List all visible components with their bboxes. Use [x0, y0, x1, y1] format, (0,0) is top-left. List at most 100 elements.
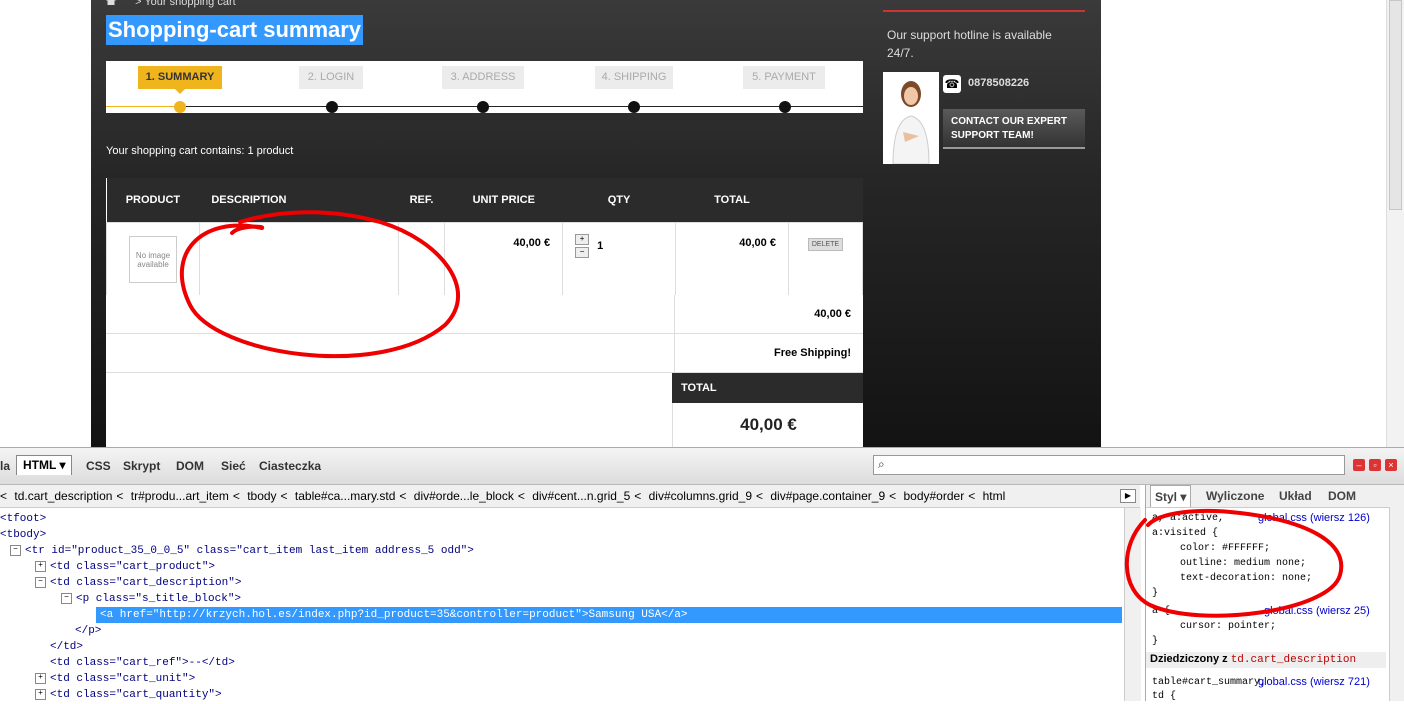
expand-icon[interactable]: + — [35, 672, 46, 684]
css-selector-a2: a { — [1152, 606, 1171, 617]
tab-computed[interactable]: Wyliczone — [1206, 485, 1264, 507]
header-unit-price: UNIT PRICE — [444, 178, 563, 223]
css-prop-cursor[interactable]: cursor: pointer; — [1180, 619, 1276, 634]
step-summary[interactable]: 1. SUMMARY — [138, 66, 222, 94]
collapse-icon[interactable]: − — [35, 576, 46, 588]
css-prop-text-decoration[interactable]: text-decoration: none; — [1180, 571, 1312, 586]
support-block: Our support hotline is available 24/7. — [883, 10, 1085, 60]
subtotal-value: 40,00 € — [674, 295, 863, 333]
step-dot-address — [477, 101, 489, 113]
tab-script[interactable]: Skrypt — [123, 459, 160, 473]
cart-header-row: PRODUCT DESCRIPTION REF. UNIT PRICE QTY … — [106, 178, 863, 223]
html-line-td-quantity[interactable]: + <td class="cart_quantity"> — [35, 687, 222, 701]
delete-button[interactable]: DELETE — [807, 238, 844, 251]
breadcrumb-current: Your shopping cart — [144, 0, 236, 8]
cart-count-text: Your shopping cart contains: 1 product — [106, 145, 294, 157]
tab-style[interactable]: Styl ▾ — [1150, 485, 1192, 507]
tab-side-dom[interactable]: DOM — [1328, 485, 1356, 507]
tab-html[interactable]: HTML ▾ — [16, 455, 73, 475]
crumb-div-page[interactable]: div#page.container_9 — [770, 489, 885, 503]
html-line-td-close[interactable]: </td> — [50, 639, 83, 655]
css-link-global-25[interactable]: global.css (wiersz 25) — [1264, 604, 1370, 619]
breadcrumb: > Your shopping cart — [106, 0, 236, 8]
product-image-placeholder[interactable]: No image available — [129, 236, 177, 283]
progress-line-done — [106, 106, 180, 107]
subtotal-row: 40,00 € — [106, 295, 863, 334]
total-value: 40,00 € — [672, 403, 864, 447]
crumb-tr[interactable]: tr#produ...art_item — [131, 489, 229, 503]
crumb-div-columns[interactable]: div#columns.grid_9 — [649, 489, 752, 503]
home-icon[interactable] — [106, 0, 116, 5]
crumb-body[interactable]: body#order — [903, 489, 964, 503]
devtools-search-input[interactable]: ⌕ — [873, 455, 1345, 475]
html-tree-scrollbar[interactable] — [1124, 508, 1141, 701]
tab-console[interactable]: la — [0, 459, 10, 473]
header-product: PRODUCT — [106, 178, 200, 223]
css-selector-visited: a:visited { — [1152, 528, 1219, 539]
cart-table: PRODUCT DESCRIPTION REF. UNIT PRICE QTY … — [106, 178, 864, 312]
website-viewport: > Your shopping cart Shopping-cart summa… — [0, 0, 1404, 447]
tab-net[interactable]: Sieć — [221, 459, 246, 473]
inherited-header: Dziedziczony z td.cart_description — [1146, 652, 1386, 668]
html-line-tbody[interactable]: <tbody> — [0, 527, 46, 543]
crumb-div-center[interactable]: div#cent...n.grid_5 — [532, 489, 630, 503]
style-side-panel: Styl ▾ Wyliczone Układ DOM a, a:active, … — [1145, 485, 1404, 702]
html-line-a-selected[interactable]: <a href="http://krzych.hol.es/index.php?… — [96, 607, 1122, 623]
crumb-div-order[interactable]: div#orde...le_block — [414, 489, 514, 503]
tab-cookies[interactable]: Ciasteczka — [259, 459, 321, 473]
css-link-global-721[interactable]: global.css (wiersz 721) — [1258, 675, 1370, 690]
step-shipping: 4. SHIPPING — [595, 66, 673, 89]
expand-icon[interactable]: + — [35, 560, 46, 572]
crumb-td[interactable]: td.cart_description — [14, 489, 112, 503]
qty-increase-button[interactable]: + — [575, 234, 590, 245]
header-total: TOTAL — [675, 178, 789, 223]
close-icon[interactable]: × — [1385, 459, 1397, 471]
expand-icon[interactable]: + — [35, 688, 46, 700]
css-rules: a, a:active, global.css (wiersz 126) a:v… — [1146, 507, 1386, 702]
css-scrollbar[interactable] — [1389, 507, 1404, 701]
crumb-table[interactable]: table#ca...mary.std — [295, 489, 396, 503]
page-scrollbar[interactable] — [1386, 0, 1404, 447]
total-row: TOTAL 40,00 € — [106, 373, 863, 447]
html-line-td-description[interactable]: − <td class="cart_description"> — [35, 575, 241, 591]
checkout-steps: 1. SUMMARY 2. LOGIN 3. ADDRESS 4. SHIPPI… — [106, 61, 863, 113]
html-line-td-ref[interactable]: <td class="cart_ref">--</td> — [50, 655, 235, 671]
html-line-tr[interactable]: − <tr id="product_35_0_0_5" class="cart_i… — [10, 543, 474, 559]
qty-value: 1 — [597, 240, 604, 252]
crumb-tbody[interactable]: tbody — [247, 489, 276, 503]
minimize-icon[interactable]: – — [1353, 459, 1365, 471]
search-icon: ⌕ — [878, 457, 885, 471]
header-ref: REF. — [398, 178, 445, 223]
html-line-p-close[interactable]: </p> — [75, 623, 101, 639]
html-line-td-unit[interactable]: + <td class="cart_unit"> — [35, 671, 195, 687]
contact-expert-button[interactable]: CONTACT OUR EXPERT SUPPORT TEAM! — [943, 109, 1085, 149]
css-rule-close: } — [1152, 636, 1159, 647]
crumb-scroll-right-icon[interactable]: ▶ — [1120, 489, 1136, 503]
header-actions — [788, 178, 863, 223]
support-agent-icon — [883, 72, 939, 165]
html-line-p[interactable]: − <p class="s_title_block"> — [61, 591, 241, 607]
crumb-html[interactable]: html — [983, 489, 1006, 503]
tab-dom[interactable]: DOM — [176, 459, 204, 473]
page-title: Shopping-cart summary — [106, 15, 364, 45]
inherited-from: td.cart_description — [1230, 654, 1357, 666]
collapse-icon[interactable]: − — [61, 592, 72, 604]
css-rule-close: } — [1152, 588, 1159, 599]
collapse-icon[interactable]: − — [10, 544, 21, 556]
css-link-global-126[interactable]: global.css (wiersz 126) — [1258, 511, 1370, 526]
page-scrollbar-thumb[interactable] — [1389, 0, 1402, 210]
header-description: DESCRIPTION — [199, 178, 399, 223]
tab-css[interactable]: CSS — [86, 459, 111, 473]
step-login: 2. LOGIN — [299, 66, 363, 89]
html-line-td-product[interactable]: + <td class="cart_product"> — [35, 559, 215, 575]
html-line-tfoot[interactable]: <tfoot> — [0, 511, 46, 527]
css-prop-outline[interactable]: outline: medium none; — [1180, 556, 1306, 571]
qty-decrease-button[interactable]: − — [575, 247, 590, 258]
step-dot-shipping — [628, 101, 640, 113]
detach-icon[interactable]: ▫ — [1369, 459, 1381, 471]
step-dot-summary — [174, 101, 186, 113]
tab-layout[interactable]: Układ — [1279, 485, 1312, 507]
step-dot-payment — [779, 101, 791, 113]
css-prop-color[interactable]: color: #FFFFFF; — [1180, 541, 1270, 556]
total-label: TOTAL — [672, 373, 863, 403]
